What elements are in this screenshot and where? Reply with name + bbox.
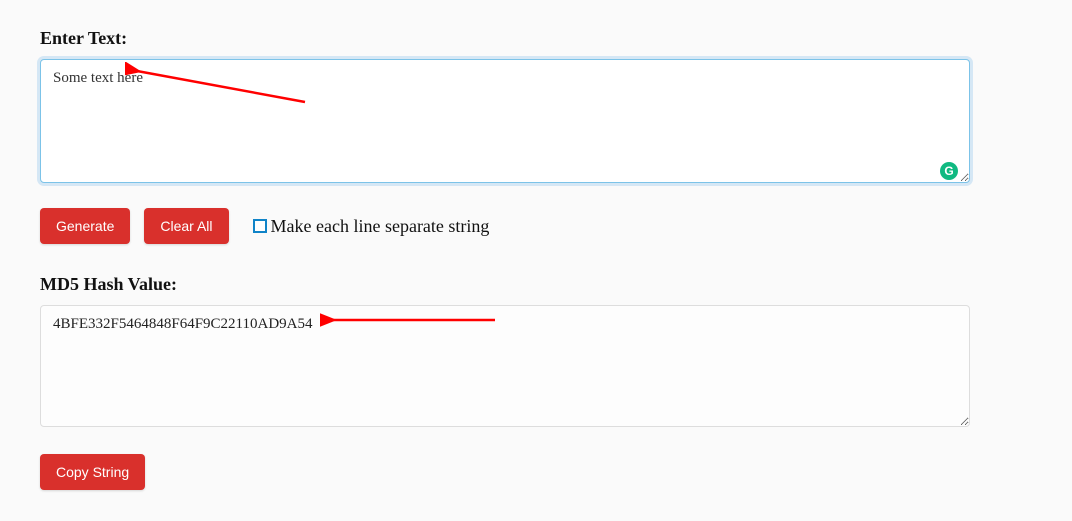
md5-hash-label: MD5 Hash Value: bbox=[40, 274, 1032, 295]
generate-button[interactable]: Generate bbox=[40, 208, 130, 244]
hash-output[interactable] bbox=[40, 305, 970, 427]
text-input[interactable] bbox=[40, 59, 970, 183]
copy-string-button[interactable]: Copy String bbox=[40, 454, 145, 490]
enter-text-label: Enter Text: bbox=[40, 28, 1032, 49]
separate-lines-checkbox[interactable] bbox=[253, 219, 267, 233]
separate-lines-label: Make each line separate string bbox=[271, 216, 490, 237]
clear-all-button[interactable]: Clear All bbox=[144, 208, 228, 244]
